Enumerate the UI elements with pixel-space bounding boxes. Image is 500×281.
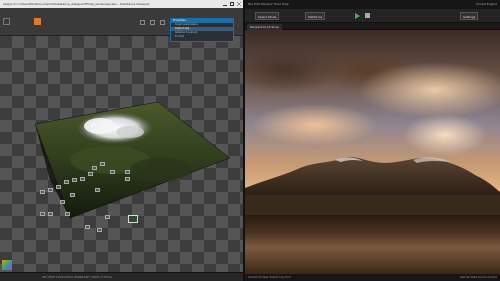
terrain-forest-patch [130,158,190,182]
toolbar-orange-icon[interactable] [34,18,41,25]
graph-node[interactable] [85,225,90,229]
node-editor-window: sbsprs 0 C:/Users/fan/Documents/Substanc… [0,0,243,281]
terrain-snow-peak-2 [84,118,116,134]
close-icon[interactable] [237,2,241,6]
graph-node[interactable] [40,212,45,216]
window-title: sbsprs 0 C:/Users/fan/Documents/Substanc… [3,2,150,6]
window-controls [223,0,241,8]
toolbar-grid-icon[interactable] [140,20,145,25]
graph-node[interactable] [72,178,77,182]
graph-node[interactable] [40,190,45,194]
graph-node[interactable] [65,212,70,216]
menu-items[interactable]: File Edit Window Tools Help [248,2,289,6]
level-viewport[interactable] [245,30,500,274]
graph-node[interactable] [64,180,69,184]
play-icon[interactable] [355,13,360,19]
graph-node[interactable] [48,188,53,192]
status-left-items[interactable]: Content Drawer Output Log Cmd [248,276,291,279]
status-right-items[interactable]: Derived Data Source Control [460,274,497,281]
app-name: Unreal Engine [475,2,497,6]
toolbar-view-icon[interactable] [150,20,155,25]
settings-button[interactable]: Settings [460,12,479,20]
color-swatch-thumbnail[interactable] [2,260,12,270]
editor-status-bar: 2D VIEW 1024x1024 (RGBA16F) 100% 0.07ms [0,272,243,281]
graph-node[interactable] [125,170,130,174]
graph-node-preview[interactable] [128,215,138,223]
graph-node[interactable] [110,170,115,174]
graph-node[interactable] [80,177,85,181]
main-toolbar: Select Mode Platforms Settings [245,9,500,23]
stop-icon[interactable] [365,13,370,18]
lake-water [245,215,500,274]
desktop: sbsprs 0 C:/Users/fan/Documents/Substanc… [0,0,500,281]
graph-node[interactable] [60,200,65,204]
menu-bar: File Edit Window Tools Help Unreal Engin… [245,0,500,9]
maximize-icon[interactable] [230,2,234,6]
platforms-button[interactable]: Platforms [305,12,326,20]
graph-node[interactable] [95,188,100,192]
bottom-status-bar: Content Drawer Output Log Cmd Derived Da… [245,274,500,281]
window-title-bar: sbsprs 0 C:/Users/fan/Documents/Substanc… [0,0,243,8]
viewport-editor-window: File Edit Window Tools Help Unreal Engin… [245,0,500,281]
properties-row[interactable]: Format [171,35,233,39]
properties-panel: Properties Graph parameters Output size … [170,18,234,42]
forest-band [245,195,500,217]
graph-node[interactable] [92,166,97,170]
graph-node[interactable] [70,193,75,197]
select-mode-button[interactable]: Select Mode [255,12,280,20]
minimize-icon[interactable] [223,2,227,6]
graph-node[interactable] [100,162,105,166]
graph-node[interactable] [88,172,93,176]
graph-node[interactable] [97,228,102,232]
toolbar-menu-icon[interactable] [3,18,10,25]
graph-node[interactable] [105,215,110,219]
toolbar-settings-icon[interactable] [160,20,165,25]
graph-node[interactable] [125,177,130,181]
graph-node[interactable] [56,185,61,189]
terrain-ridge [116,126,144,138]
viewport-tab-bar: Perspective Lit Show [245,23,500,30]
status-text: 2D VIEW 1024x1024 (RGBA16F) 100% 0.07ms [42,275,112,279]
graph-node[interactable] [48,212,53,216]
